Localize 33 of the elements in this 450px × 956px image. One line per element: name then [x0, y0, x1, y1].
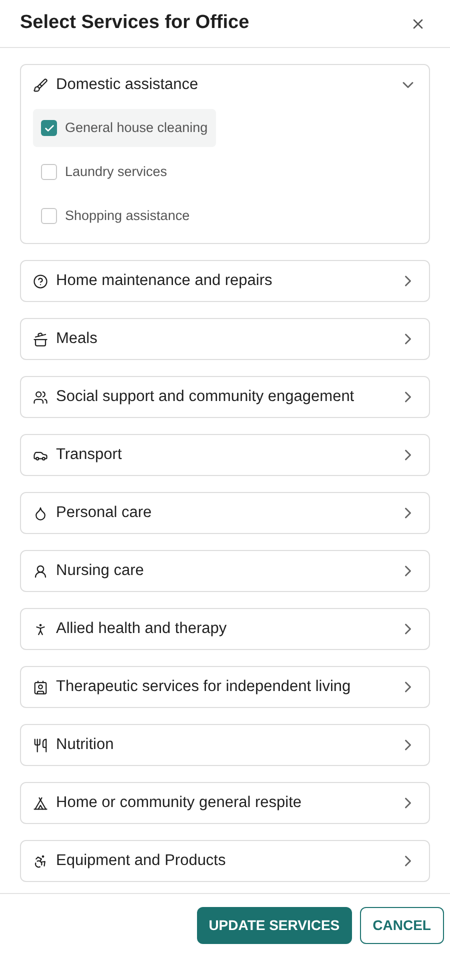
category-header[interactable]: Social support and community engagement: [21, 377, 429, 417]
check-icon: [44, 122, 54, 134]
person-icon: [33, 564, 48, 578]
category-header[interactable]: Domestic assistance: [21, 65, 429, 105]
tent-icon: [33, 796, 48, 810]
utensils-icon: [33, 738, 48, 752]
category-header[interactable]: Equipment and Products: [21, 841, 429, 881]
category-header[interactable]: Home or community general respite: [21, 783, 429, 823]
checkbox[interactable]: [41, 120, 57, 136]
category-header[interactable]: Transport: [21, 435, 429, 475]
accessibility-icon: [33, 854, 48, 868]
category-header[interactable]: Nursing care: [21, 551, 429, 591]
question-circle-icon: [33, 274, 48, 288]
category-header[interactable]: Home maintenance and repairs: [21, 261, 429, 301]
service-option[interactable]: General house cleaning: [33, 109, 216, 147]
cancel-button[interactable]: CANCEL: [360, 906, 444, 944]
category-header[interactable]: Nutrition: [21, 725, 429, 765]
update-services-button[interactable]: UPDATE SERVICES: [196, 906, 352, 944]
service-option[interactable]: Laundry services: [33, 153, 176, 191]
service-option[interactable]: Shopping assistance: [33, 197, 198, 235]
category-header[interactable]: Personal care: [21, 493, 429, 533]
checkbox[interactable]: [41, 164, 57, 180]
dialog-title: Select Services for Office: [20, 11, 250, 36]
droplet-icon: [33, 506, 48, 520]
standing-person-icon: [33, 622, 48, 636]
checkbox[interactable]: [41, 208, 57, 224]
contact-card-icon: [33, 680, 48, 694]
brush-icon: [33, 78, 48, 92]
category-header[interactable]: Meals: [21, 319, 429, 359]
pot-icon: [33, 332, 48, 346]
category-header[interactable]: Allied health and therapy: [21, 609, 429, 649]
people-icon: [33, 390, 48, 404]
category-header[interactable]: Therapeutic services for independent living: [21, 667, 429, 707]
